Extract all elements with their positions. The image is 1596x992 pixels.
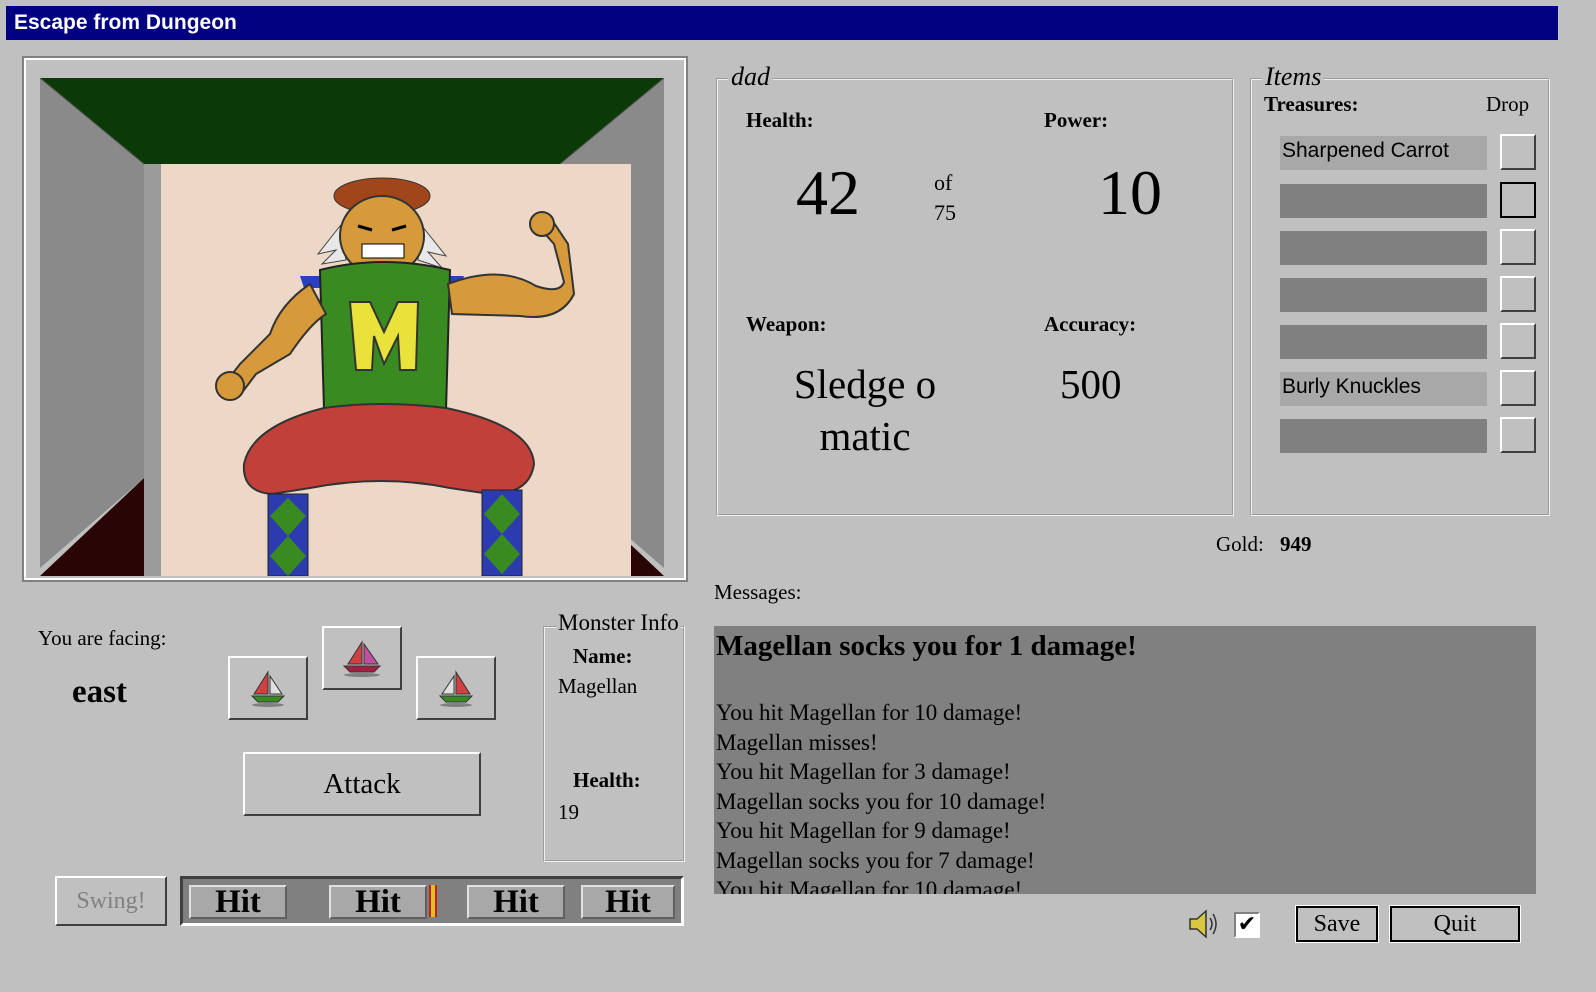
message-line: Magellan socks you for 10 damage!	[716, 788, 1047, 814]
treasure-slot[interactable]	[1280, 184, 1487, 218]
accuracy-value: 500	[1060, 361, 1122, 407]
monster-figure	[160, 164, 632, 577]
drop-button[interactable]	[1500, 229, 1536, 265]
swing-marker	[429, 885, 437, 917]
message-headline: Magellan socks you for 1 damage!	[716, 630, 1137, 662]
drop-button[interactable]	[1500, 370, 1536, 406]
treasures-label: Treasures:	[1264, 92, 1359, 116]
drop-button[interactable]	[1500, 134, 1536, 170]
messages-label: Messages:	[714, 580, 802, 604]
quit-button[interactable]: Quit	[1389, 905, 1521, 943]
message-line: Magellan socks you for 7 damage!	[716, 847, 1035, 873]
items-legend: Items	[1262, 64, 1325, 90]
save-button[interactable]: Save	[1295, 905, 1379, 943]
swing-button[interactable]: Swing!	[55, 876, 167, 926]
attack-button[interactable]: Attack	[243, 752, 481, 816]
hit-timing-bar[interactable]: Hit Hit Hit Hit	[180, 876, 684, 926]
treasure-slot[interactable]	[1280, 231, 1487, 265]
weapon-label: Weapon:	[746, 312, 827, 336]
message-line: You hit Magellan for 3 damage!	[716, 759, 1011, 784]
hit-zone: Hit	[189, 884, 287, 920]
turn-right-button[interactable]	[416, 656, 496, 720]
message-line: Magellan misses!	[716, 729, 878, 755]
power-value: 10	[1098, 157, 1162, 228]
treasure-slot[interactable]	[1280, 325, 1487, 359]
turn-left-button[interactable]	[228, 656, 308, 720]
drop-label: Drop	[1486, 92, 1530, 116]
window-title: Escape from Dungeon	[6, 6, 1558, 40]
power-label: Power:	[1044, 108, 1109, 132]
weapon-name: Sledge o matic	[760, 358, 970, 462]
sailboat-left-icon	[250, 670, 286, 707]
player-name: dad	[728, 64, 773, 90]
drop-button[interactable]	[1500, 182, 1536, 218]
accuracy-label: Accuracy:	[1044, 312, 1137, 336]
message-line: You hit Magellan for 10 damage!	[716, 700, 1023, 725]
drop-button[interactable]	[1500, 323, 1536, 359]
health-max: 75	[934, 200, 956, 225]
sailboat-forward-icon	[342, 640, 382, 677]
monster-info-legend: Monster Info	[556, 610, 681, 636]
speaker-icon[interactable]	[1186, 906, 1222, 942]
gold-label: Gold:	[1216, 532, 1264, 556]
health-value: 42	[796, 157, 860, 228]
monster-health-value: 19	[558, 800, 579, 824]
hit-zone: Hit	[581, 884, 675, 920]
facing-label: You are facing:	[38, 626, 167, 650]
monster-health-label: Health:	[573, 768, 641, 792]
move-forward-button[interactable]	[322, 626, 402, 690]
hit-zone: Hit	[329, 884, 427, 920]
weapon-name-line: Sledge o	[793, 361, 937, 407]
message-line: You hit Magellan for 10 damage!	[716, 877, 1023, 894]
sailboat-right-icon	[438, 670, 474, 707]
health-of-label: of	[934, 170, 953, 195]
facing-direction: east	[72, 674, 127, 710]
messages-log[interactable]: Magellan socks you for 1 damage! You hit…	[714, 626, 1536, 894]
sound-checkbox[interactable]: ✔	[1234, 912, 1260, 938]
monster-name: Magellan	[558, 674, 638, 698]
drop-button[interactable]	[1500, 417, 1536, 453]
hit-zone: Hit	[467, 884, 565, 920]
weapon-name-line: matic	[819, 413, 911, 459]
treasure-slot[interactable]	[1280, 278, 1487, 312]
monster-name-label: Name:	[573, 644, 633, 668]
treasure-slot[interactable]	[1280, 419, 1487, 453]
treasure-slot[interactable]: Burly Knuckles	[1280, 372, 1487, 406]
health-label: Health:	[746, 108, 814, 132]
message-line: You hit Magellan for 9 damage!	[716, 818, 1011, 843]
drop-button[interactable]	[1500, 276, 1536, 312]
treasure-slot[interactable]: Sharpened Carrot	[1280, 136, 1487, 170]
gold-value: 949	[1280, 532, 1312, 556]
